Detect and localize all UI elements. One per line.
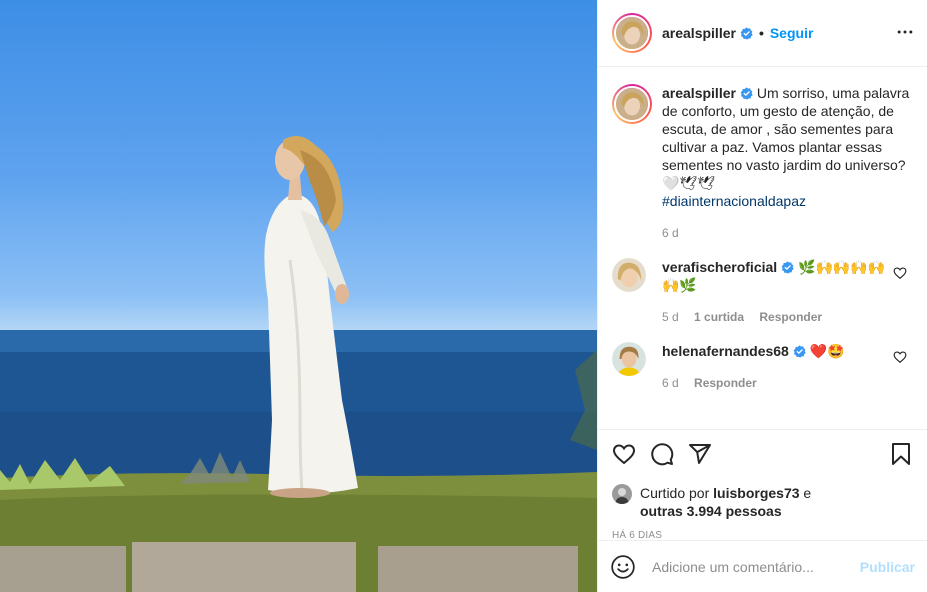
commenter-avatar[interactable] — [612, 342, 646, 376]
author-username[interactable]: arealspiller — [662, 25, 736, 41]
comment-like-heart-icon[interactable] — [893, 266, 907, 280]
follow-button[interactable]: Seguir — [770, 25, 814, 41]
reply-button[interactable]: Responder — [694, 376, 757, 390]
verified-icon — [740, 87, 753, 100]
caption-avatar[interactable] — [612, 84, 652, 124]
emoji-icon[interactable] — [610, 554, 636, 580]
liked-by: Curtido por luisborges73 e outras 3.994 … — [612, 484, 913, 520]
post-actions: Curtido por luisborges73 e outras 3.994 … — [598, 429, 927, 541]
photo-illustration — [0, 136, 597, 592]
comment-time[interactable]: 5 d — [662, 310, 679, 324]
comments-list: arealspiller Um sorriso, uma palavra de … — [598, 68, 927, 430]
more-icon[interactable] — [895, 22, 915, 42]
comment-body: verafischeroficial 🌿🙌🙌🙌🙌🙌🌿 5 d 1 curtida… — [662, 258, 902, 326]
action-icons — [612, 440, 913, 468]
comment-like-heart-icon[interactable] — [893, 350, 907, 364]
comment-time[interactable]: 6 d — [662, 376, 679, 390]
comment-item: verafischeroficial 🌿🙌🙌🙌🙌🙌🌿 5 d 1 curtida… — [612, 258, 911, 326]
publish-button[interactable]: Publicar — [860, 559, 915, 575]
caption-time[interactable]: 6 d — [662, 226, 679, 240]
comment-meta: 6 d Responder — [662, 374, 902, 392]
liked-by-others[interactable]: outras 3.994 pessoas — [640, 503, 782, 519]
liker-avatar[interactable] — [612, 484, 632, 504]
heart-icon[interactable] — [612, 442, 636, 466]
post-header: arealspiller • Seguir — [598, 0, 927, 67]
post-panel: arealspiller • Seguir arealspiller Um so… — [597, 0, 927, 592]
avatar-image — [616, 17, 648, 49]
caption: arealspiller Um sorriso, uma palavra de … — [612, 84, 911, 242]
comment-username[interactable]: helenafernandes68 — [662, 343, 789, 359]
avatar-image — [612, 258, 646, 292]
comment-meta: 5 d 1 curtida Responder — [662, 308, 902, 326]
verified-icon — [740, 26, 753, 40]
verified-icon — [781, 261, 794, 274]
add-comment-bar: Publicar — [598, 540, 927, 592]
author-avatar[interactable] — [612, 13, 652, 53]
avatar-image — [612, 484, 632, 504]
comment-input[interactable] — [652, 558, 852, 575]
comment-text: ❤️🤩 — [809, 343, 845, 359]
liked-by-user[interactable]: luisborges73 — [713, 485, 799, 501]
header-separator: • — [758, 25, 764, 41]
comment-username[interactable]: verafischeroficial — [662, 259, 777, 275]
comment-icon[interactable] — [650, 442, 674, 466]
reply-button[interactable]: Responder — [759, 310, 822, 324]
comment-item: helenafernandes68 ❤️🤩 6 d Responder — [612, 342, 911, 392]
verified-icon — [793, 345, 806, 358]
comment-likes[interactable]: 1 curtida — [694, 310, 744, 324]
avatar-image — [612, 342, 646, 376]
liked-by-and: e — [803, 485, 812, 501]
caption-hashtag[interactable]: #diainternacionaldapaz — [662, 193, 806, 209]
comment-body: helenafernandes68 ❤️🤩 6 d Responder — [662, 342, 902, 392]
bookmark-icon[interactable] — [889, 442, 913, 466]
commenter-avatar[interactable] — [612, 258, 646, 292]
caption-body: arealspiller Um sorriso, uma palavra de … — [662, 84, 911, 242]
liked-by-prefix: Curtido por — [640, 485, 710, 501]
avatar-image — [616, 88, 648, 120]
caption-meta: 6 d — [662, 224, 911, 242]
instagram-post: arealspiller • Seguir arealspiller Um so… — [0, 0, 927, 592]
liked-by-text: Curtido por luisborges73 e outras 3.994 … — [640, 484, 811, 520]
share-icon[interactable] — [688, 442, 712, 466]
post-photo[interactable] — [0, 0, 597, 592]
caption-username[interactable]: arealspiller — [662, 85, 736, 101]
